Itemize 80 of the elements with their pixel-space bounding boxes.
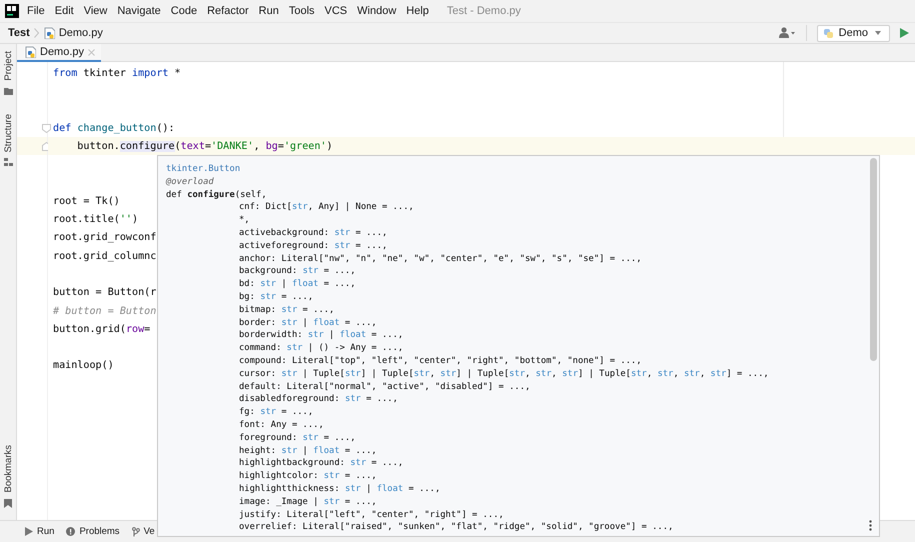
doc-line: image: _Image | str = ..., <box>238 496 377 509</box>
menu-item[interactable]: View <box>78 5 112 17</box>
code-line: root.grid_rowconf <box>53 232 156 244</box>
close-icon[interactable] <box>88 48 96 56</box>
doc-line: cnf: Dict[str, Any] | None = ..., <box>238 202 414 214</box>
code-line: button.configure(text='DANKE', bg='green') <box>76 140 333 152</box>
doc-line: disabledforeground: str = ..., <box>238 394 398 406</box>
bookmark-icon <box>4 499 12 508</box>
user-icon[interactable] <box>778 27 796 39</box>
folder-icon <box>4 86 12 95</box>
code-line: root.grid_columnc <box>53 250 156 262</box>
code-line: button = Button(r <box>53 287 156 298</box>
python-icon <box>822 28 834 38</box>
breadcrumb[interactable]: Test <box>8 27 30 39</box>
doc-line: fg: str = ..., <box>238 407 314 420</box>
run-icon <box>25 527 33 536</box>
doc-line: activeforeground: str = ..., <box>238 240 388 253</box>
menu-item[interactable]: Help <box>401 5 434 17</box>
doc-line: highlightcolor: str = ..., <box>238 471 377 484</box>
doc-line: def configure(self, <box>166 190 267 202</box>
doc-line: default: Literal["normal", "active", "disabled"] = ..., <box>238 382 530 394</box>
doc-line: command: str | () -> Any = ..., <box>238 343 404 356</box>
python-file-icon <box>42 27 55 39</box>
run-icon[interactable] <box>900 28 909 38</box>
doc-line: activebackground: str = ..., <box>238 228 388 240</box>
menu-item[interactable]: Tools <box>284 5 320 17</box>
breadcrumb[interactable]: Demo.py <box>58 27 103 39</box>
menu-item[interactable]: Refactor <box>202 5 254 17</box>
menu-item[interactable]: Edit <box>50 5 79 17</box>
menu-item[interactable]: Navigate <box>112 5 166 17</box>
tool-window-tab[interactable]: Structure <box>2 114 14 152</box>
tool-window-tab[interactable]: Project <box>2 51 14 81</box>
more-icon[interactable] <box>869 520 872 531</box>
editor-tab[interactable]: Demo.py <box>17 44 102 62</box>
code-line: root = Tk() <box>53 196 120 207</box>
code-line: mainloop() <box>53 360 114 372</box>
code-line: button.grid(row= <box>53 324 150 335</box>
doc-line: border: str | float = ..., <box>238 318 377 330</box>
run-config-dropdown[interactable]: Demo <box>816 24 890 42</box>
caret-icon <box>873 30 883 36</box>
menu-item[interactable]: VCS <box>320 5 352 17</box>
doc-line: font: Any = ..., <box>238 420 324 432</box>
code-line: # button = Button <box>53 306 156 316</box>
doc-line: bitmap: str = ..., <box>238 304 334 317</box>
tool-window-button[interactable]: Run <box>25 526 54 537</box>
menu-item[interactable]: Run <box>254 5 284 17</box>
doc-line: compound: Literal["top", "left", "center", "right", "bottom", "none"] = ..., <box>238 356 642 368</box>
code-line: from tkinter import * <box>53 68 181 79</box>
doc-line: overrelief: Literal["raised", "sunken", "flat", "ridge", "solid", "groove"] = ..., <box>238 522 674 534</box>
python-file-icon <box>24 46 36 58</box>
doc-line: cursor: str | Tuple[str] | Tuple[str, str] | Tuple[str, str, str] | Tuple[str, str, str, str] = ..., <box>238 368 769 381</box>
window-title: Test - Demo.py <box>446 5 521 17</box>
doc-line: justify: Literal["left", "center", "right"] = ..., <box>238 510 504 522</box>
branch-icon <box>132 526 140 536</box>
tool-window-button[interactable]: Ve <box>132 526 155 537</box>
structure-icon <box>4 158 12 166</box>
doc-line: @overload <box>166 176 214 189</box>
doc-line: highlightthickness: str | float = ..., <box>238 484 440 496</box>
tool-window-button[interactable]: Problems <box>66 526 120 537</box>
fold-icon[interactable] <box>42 124 51 133</box>
doc-line: bg: str = ..., <box>238 292 314 304</box>
doc-line: highlightbackground: str = ..., <box>238 458 404 470</box>
doc-line: borderwidth: str | float = ..., <box>238 330 404 342</box>
chevron-icon <box>34 28 39 38</box>
tool-window-tab[interactable]: Bookmarks <box>2 445 14 493</box>
scrollbar-thumb[interactable] <box>870 158 877 361</box>
doc-link[interactable]: tkinter.Button <box>166 164 240 177</box>
info-icon <box>66 527 76 536</box>
doc-line: background: str = ..., <box>238 266 356 278</box>
doc-line: *, <box>238 215 250 228</box>
code-line: root.title('') <box>53 214 138 226</box>
doc-line: anchor: Literal["nw", "n", "ne", "w", "center", "e", "sw", "s", "se"] = ..., <box>238 254 642 266</box>
app-logo-icon <box>5 4 19 18</box>
doc-line: foreground: str = ..., <box>238 432 356 445</box>
doc-line: height: str | float = ..., <box>238 446 377 458</box>
menu-item[interactable]: Code <box>166 5 202 17</box>
doc-line: bd: str | float = ..., <box>238 279 356 292</box>
menu-item[interactable]: File <box>22 5 50 17</box>
code-line: def change_button(): <box>53 122 175 134</box>
menu-item[interactable]: Window <box>352 5 402 17</box>
